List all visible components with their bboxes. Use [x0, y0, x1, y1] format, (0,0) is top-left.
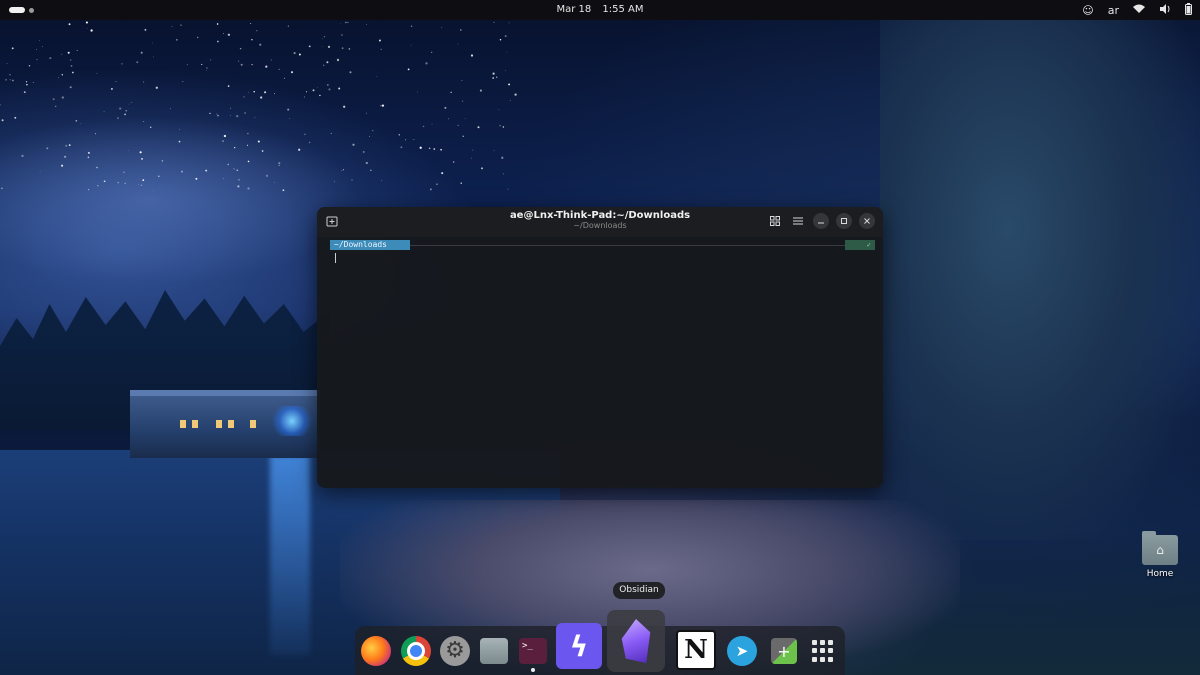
prompt-path: ~/Downloads: [330, 240, 410, 250]
text-cursor: [335, 253, 336, 263]
settings-icon[interactable]: ⚙: [440, 636, 470, 666]
dock-tooltip: Obsidian: [613, 582, 665, 599]
bolt-app-icon[interactable]: ϟ: [556, 623, 602, 669]
terminal-icon[interactable]: >_: [519, 638, 547, 664]
telegram-icon[interactable]: ➤: [727, 636, 757, 666]
dock: ⚙ >_ ϟ N ➤ +: [355, 610, 845, 675]
running-indicator: [531, 668, 535, 672]
files-icon[interactable]: [480, 638, 508, 664]
home-folder-label: Home: [1146, 569, 1174, 579]
top-bar: Mar 18 1:55 AM ☺ ar: [0, 0, 1200, 20]
obsidian-logo: [621, 619, 651, 663]
terminal-body[interactable]: ~/Downloads ✓: [317, 237, 883, 488]
house-icon: ⌂: [1156, 543, 1164, 557]
minimize-button[interactable]: [813, 213, 829, 229]
system-tray[interactable]: ☺ ar: [1082, 3, 1192, 19]
home-folder-icon: ⌂: [1142, 531, 1178, 565]
battery-icon: [1185, 3, 1192, 19]
firefox-icon[interactable]: [361, 636, 391, 666]
terminal-window[interactable]: ae@Lnx-Think-Pad:~/Downloads ~/Downloads…: [317, 207, 883, 488]
shell-prompt: ~/Downloads ✓: [330, 240, 875, 250]
notion-icon[interactable]: N: [676, 630, 716, 670]
menu-icon[interactable]: [790, 213, 806, 229]
prompt-status-icon: ✓: [845, 240, 875, 250]
keyboard-layout[interactable]: ar: [1108, 4, 1119, 18]
close-button[interactable]: [859, 213, 875, 229]
clock[interactable]: Mar 18 1:55 AM: [0, 4, 1200, 15]
boathouse: [130, 390, 320, 458]
wifi-icon: [1133, 4, 1145, 18]
app-grid-icon[interactable]: [811, 640, 833, 662]
extension-manager-icon[interactable]: +: [771, 638, 797, 664]
volume-icon: [1159, 4, 1171, 18]
date-text: Mar 18: [556, 4, 592, 15]
forest: [880, 20, 1200, 540]
obsidian-icon[interactable]: [607, 610, 665, 672]
lake-reflection: [270, 455, 310, 655]
terminal-headerbar[interactable]: ae@Lnx-Think-Pad:~/Downloads ~/Downloads: [317, 207, 883, 237]
window-controls: [767, 213, 875, 229]
maximize-button[interactable]: [836, 213, 852, 229]
indicator-icon[interactable]: ☺: [1082, 4, 1093, 18]
prompt-rule: [410, 245, 845, 246]
tab-overview-icon[interactable]: [767, 213, 783, 229]
time-text: 1:55 AM: [602, 4, 644, 15]
chrome-icon[interactable]: [401, 636, 431, 666]
desktop-home-folder[interactable]: ⌂ Home: [1138, 531, 1182, 579]
